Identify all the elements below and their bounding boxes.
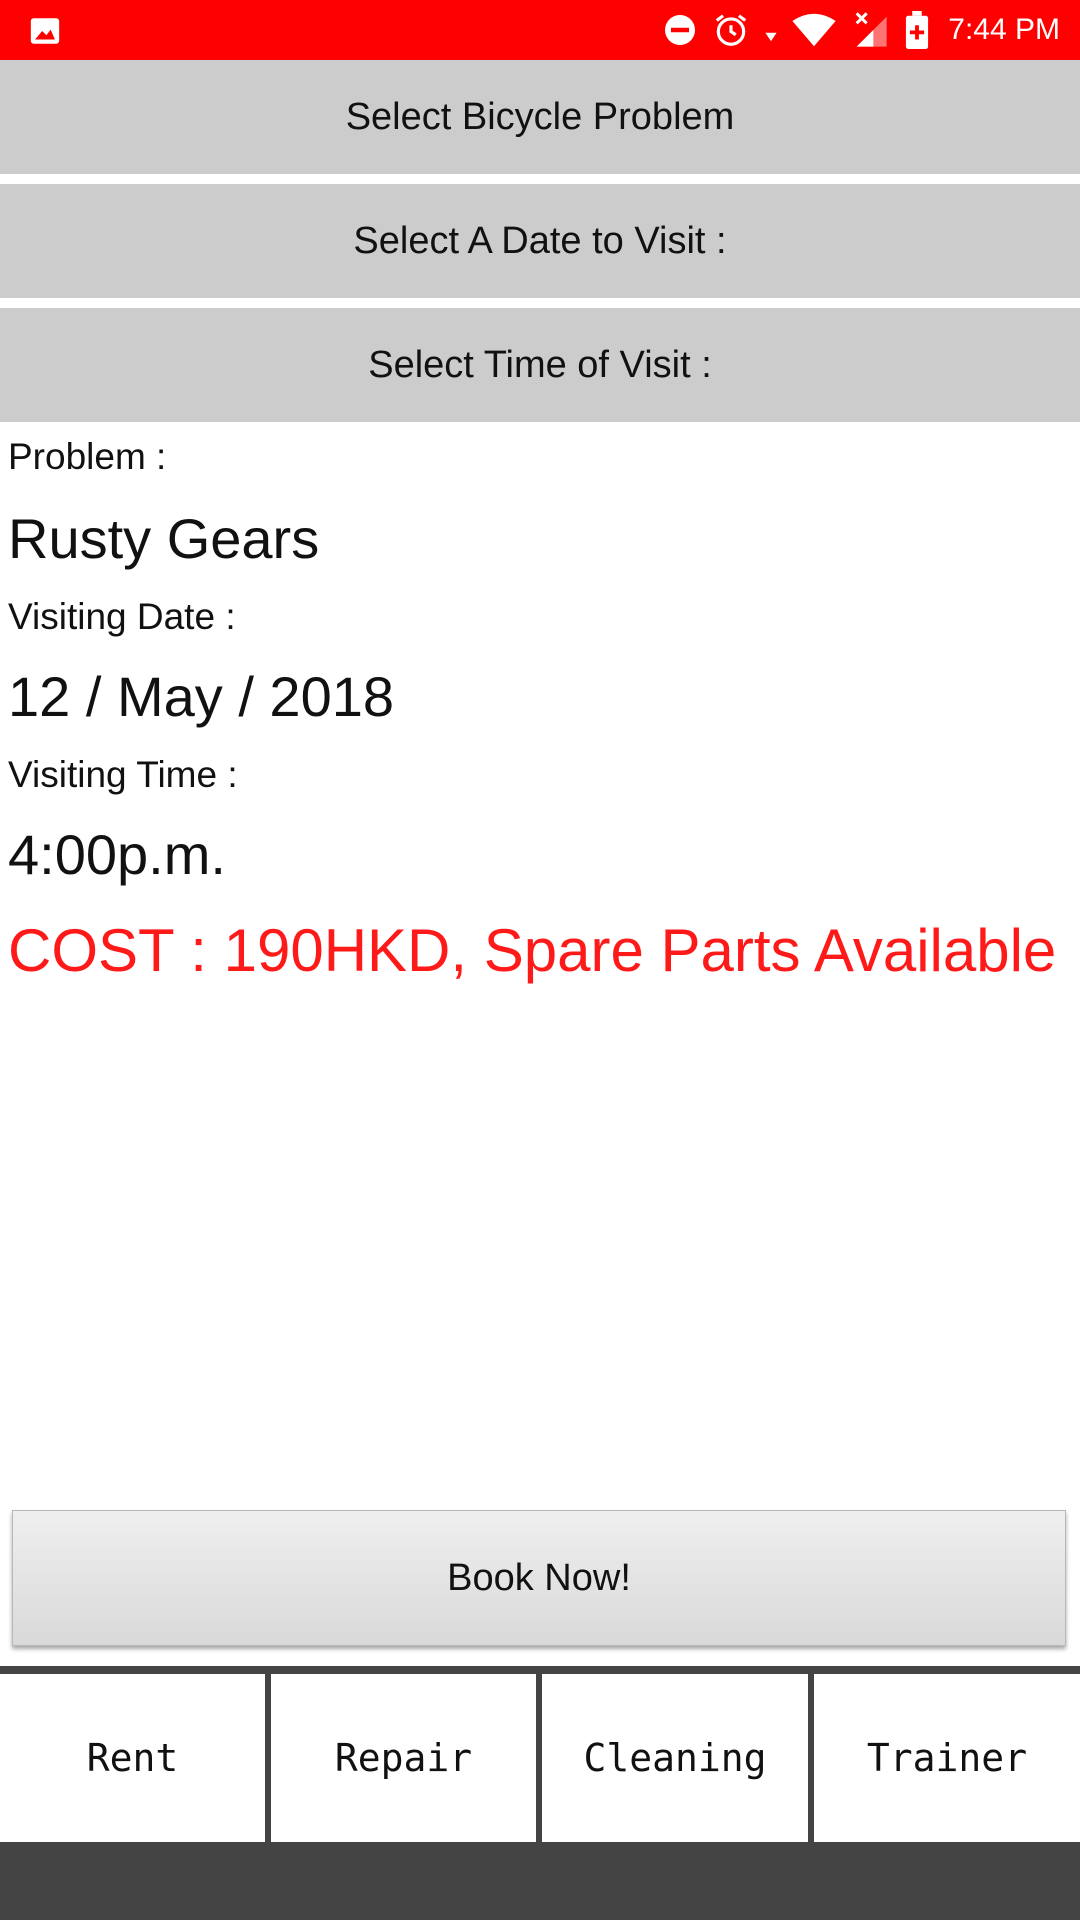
wifi-icon [792,13,836,47]
select-visit-time-button[interactable]: Select Time of Visit : [0,308,1080,422]
navigation-bar [0,1842,1080,1920]
signal-icon [855,12,887,47]
book-now-button[interactable]: Book Now! [12,1510,1066,1646]
do-not-disturb-icon [665,15,696,45]
tab-repair[interactable]: Repair [271,1674,536,1842]
status-time: 7:44 PM [948,13,1060,46]
tab-cleaning[interactable]: Cleaning [542,1674,808,1842]
problem-value: Rusty Gears [8,507,320,570]
data-arrow-icon [765,32,777,42]
select-visit-date-button[interactable]: Select A Date to Visit : [0,184,1080,298]
battery-icon [906,11,929,49]
status-bar: 7:44 PM [0,0,1080,60]
image-icon [30,18,60,44]
alarm-icon [716,14,747,46]
visiting-date-value: 12 / May / 2018 [8,665,395,728]
tab-rent[interactable]: Rent [0,1674,265,1842]
visiting-date-label: Visiting Date : [8,596,236,637]
problem-label: Problem : [8,436,167,477]
tab-trainer[interactable]: Trainer [814,1674,1080,1842]
visiting-time-label: Visiting Time : [8,754,238,795]
cost-text: COST : 190HKD, Spare Parts Available [8,917,1057,984]
select-bicycle-problem-button[interactable]: Select Bicycle Problem [0,60,1080,174]
visiting-time-value: 4:00p.m. [8,823,226,886]
bottom-tab-bar: Rent Repair Cleaning Trainer [0,1666,1080,1842]
